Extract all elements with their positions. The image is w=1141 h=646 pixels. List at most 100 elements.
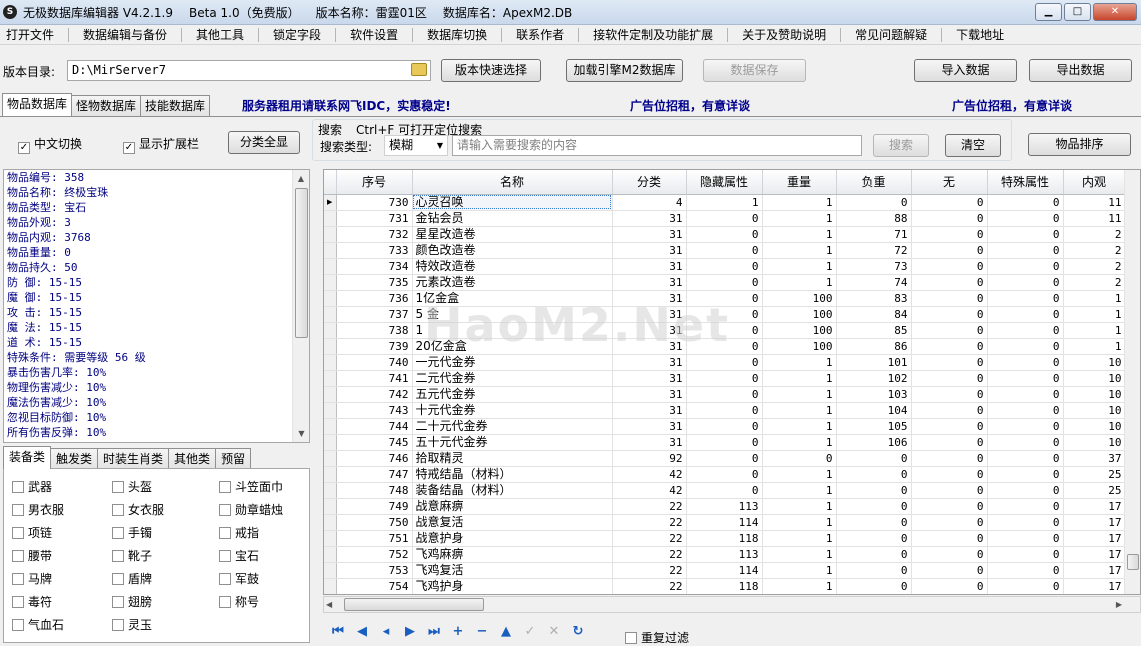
table-cell[interactable]: 0	[987, 210, 1064, 227]
table-cell[interactable]: 1	[762, 226, 837, 243]
table-cell[interactable]: 0	[686, 226, 763, 243]
table-cell[interactable]: 1	[1063, 306, 1126, 323]
table-cell[interactable]: 25	[1063, 466, 1126, 483]
info-scrollbar[interactable]: ▲ ▼	[292, 170, 309, 442]
dup-filter-checkbox[interactable]: 重复过滤	[625, 629, 689, 646]
table-cell[interactable]: 0	[911, 386, 988, 403]
table-cell[interactable]: 100	[762, 338, 837, 355]
table-row[interactable]: 743 十元代金券 31 0 1 104 0 0 10	[324, 402, 1126, 419]
table-row[interactable]: 739 20亿金盒 31 0 100 86 0 0 1	[324, 338, 1126, 355]
table-cell[interactable]: 17	[1063, 562, 1126, 579]
menu-item[interactable]: 打开文件	[0, 26, 60, 43]
table-cell[interactable]: 2	[1063, 226, 1126, 243]
table-row[interactable]: 732 星星改造卷 31 0 1 71 0 0 2	[324, 226, 1126, 243]
close-button[interactable]: ✕	[1093, 3, 1137, 21]
tab-monster-db[interactable]: 怪物数据库	[71, 95, 142, 116]
table-cell[interactable]: 1	[762, 562, 837, 579]
current-row-icon[interactable]: ▶	[324, 194, 337, 211]
table-row[interactable]: 733 颜色改造卷 31 0 1 72 0 0 2	[324, 242, 1126, 259]
table-cell[interactable]: 17	[1063, 530, 1126, 547]
row-indicator[interactable]	[324, 226, 337, 243]
table-cell[interactable]: 736	[336, 290, 413, 307]
table-cell[interactable]: 31	[612, 402, 687, 419]
table-cell[interactable]: 0	[987, 226, 1064, 243]
table-row[interactable]: 751 战意护身 22 118 1 0 0 0 17	[324, 530, 1126, 547]
table-cell[interactable]: 飞鸡麻痹	[412, 546, 613, 563]
table-cell[interactable]: 0	[686, 306, 763, 323]
table-cell[interactable]: 元素改造卷	[412, 274, 613, 291]
table-row[interactable]: 747 特戒结晶（材料） 42 0 1 0 0 0 25	[324, 466, 1126, 483]
confirm-icon[interactable]: ✓	[522, 624, 538, 640]
clear-button[interactable]: 清空	[945, 134, 1001, 157]
table-cell[interactable]: 2	[1063, 274, 1126, 291]
table-cell[interactable]: 1	[1063, 322, 1126, 339]
table-cell[interactable]: 战意护身	[412, 530, 613, 547]
category-checkbox[interactable]: 靴子	[112, 547, 152, 564]
table-cell[interactable]: 84	[836, 306, 912, 323]
table-cell[interactable]: 0	[911, 530, 988, 547]
table-cell[interactable]: 31	[612, 434, 687, 451]
table-cell[interactable]: 738	[336, 322, 413, 339]
table-cell[interactable]: 0	[836, 514, 912, 531]
row-indicator[interactable]	[324, 274, 337, 291]
table-row[interactable]: 750 战意复活 22 114 1 0 0 0 17	[324, 514, 1126, 531]
table-cell[interactable]: 五十元代金券	[412, 434, 613, 451]
search-input[interactable]: 请输入需要搜索的内容	[452, 135, 862, 156]
table-cell[interactable]: 31	[612, 242, 687, 259]
table-cell[interactable]: 0	[987, 402, 1064, 419]
table-cell[interactable]: 2	[1063, 242, 1126, 259]
table-cell[interactable]: 0	[911, 418, 988, 435]
column-header[interactable]: 重量	[762, 170, 837, 195]
category-checkbox[interactable]: 宝石	[219, 547, 259, 564]
category-checkbox[interactable]: 盾牌	[112, 570, 152, 587]
menu-item[interactable]: 数据编辑与备份	[77, 26, 173, 43]
table-cell[interactable]: 31	[612, 418, 687, 435]
table-cell[interactable]: 10	[1063, 434, 1126, 451]
table-cell[interactable]: 11	[1063, 194, 1126, 211]
table-cell[interactable]: 0	[911, 290, 988, 307]
table-cell[interactable]: 战意复活	[412, 514, 613, 531]
table-cell[interactable]: 0	[987, 194, 1064, 211]
row-indicator[interactable]	[324, 578, 337, 594]
category-checkbox[interactable]: 腰带	[12, 547, 52, 564]
row-indicator[interactable]	[324, 290, 337, 307]
next-record-icon[interactable]: ▶	[402, 624, 418, 640]
row-indicator[interactable]	[324, 466, 337, 483]
export-data-button[interactable]: 导出数据	[1029, 59, 1132, 82]
last-record-icon[interactable]: ⏭	[426, 624, 442, 640]
table-cell[interactable]: 31	[612, 306, 687, 323]
table-cell[interactable]: 飞鸡护身	[412, 578, 613, 594]
row-indicator[interactable]	[324, 322, 337, 339]
table-cell[interactable]: 0	[686, 322, 763, 339]
table-cell[interactable]: 0	[911, 322, 988, 339]
table-cell[interactable]: 118	[686, 578, 763, 594]
table-cell[interactable]: 0	[911, 450, 988, 467]
show-all-button[interactable]: 分类全显	[228, 131, 300, 154]
table-cell[interactable]: 105	[836, 418, 912, 435]
table-cell[interactable]: 1	[762, 242, 837, 259]
table-cell[interactable]: 31	[612, 338, 687, 355]
chinese-switch-checkbox[interactable]: ✓ 中文切换	[18, 135, 82, 154]
maximize-button[interactable]: □	[1064, 3, 1091, 21]
table-cell[interactable]: 102	[836, 370, 912, 387]
table-row[interactable]: 742 五元代金券 31 0 1 103 0 0 10	[324, 386, 1126, 403]
table-row[interactable]: 735 元素改造卷 31 0 1 74 0 0 2	[324, 274, 1126, 291]
table-row[interactable]: 753 飞鸡复活 22 114 1 0 0 0 17	[324, 562, 1126, 579]
table-row[interactable]: 736 1亿金盒 31 0 100 83 0 0 1	[324, 290, 1126, 307]
scroll-down-icon[interactable]: ▼	[293, 425, 309, 442]
scroll-thumb[interactable]	[295, 188, 308, 338]
table-cell[interactable]: 750	[336, 514, 413, 531]
delete-record-icon[interactable]: −	[474, 624, 490, 640]
table-cell[interactable]: 0	[686, 290, 763, 307]
table-cell[interactable]: 22	[612, 562, 687, 579]
prev-record-icon[interactable]: ◂	[378, 624, 394, 640]
row-indicator[interactable]	[324, 434, 337, 451]
table-cell[interactable]: 0	[686, 434, 763, 451]
table-cell[interactable]: 1	[762, 402, 837, 419]
table-cell[interactable]: 5 金	[412, 306, 613, 323]
table-cell[interactable]: 0	[911, 258, 988, 275]
table-cell[interactable]: 31	[612, 258, 687, 275]
table-cell[interactable]: 0	[911, 562, 988, 579]
table-cell[interactable]: 733	[336, 242, 413, 259]
category-checkbox[interactable]: 气血石	[12, 616, 64, 633]
